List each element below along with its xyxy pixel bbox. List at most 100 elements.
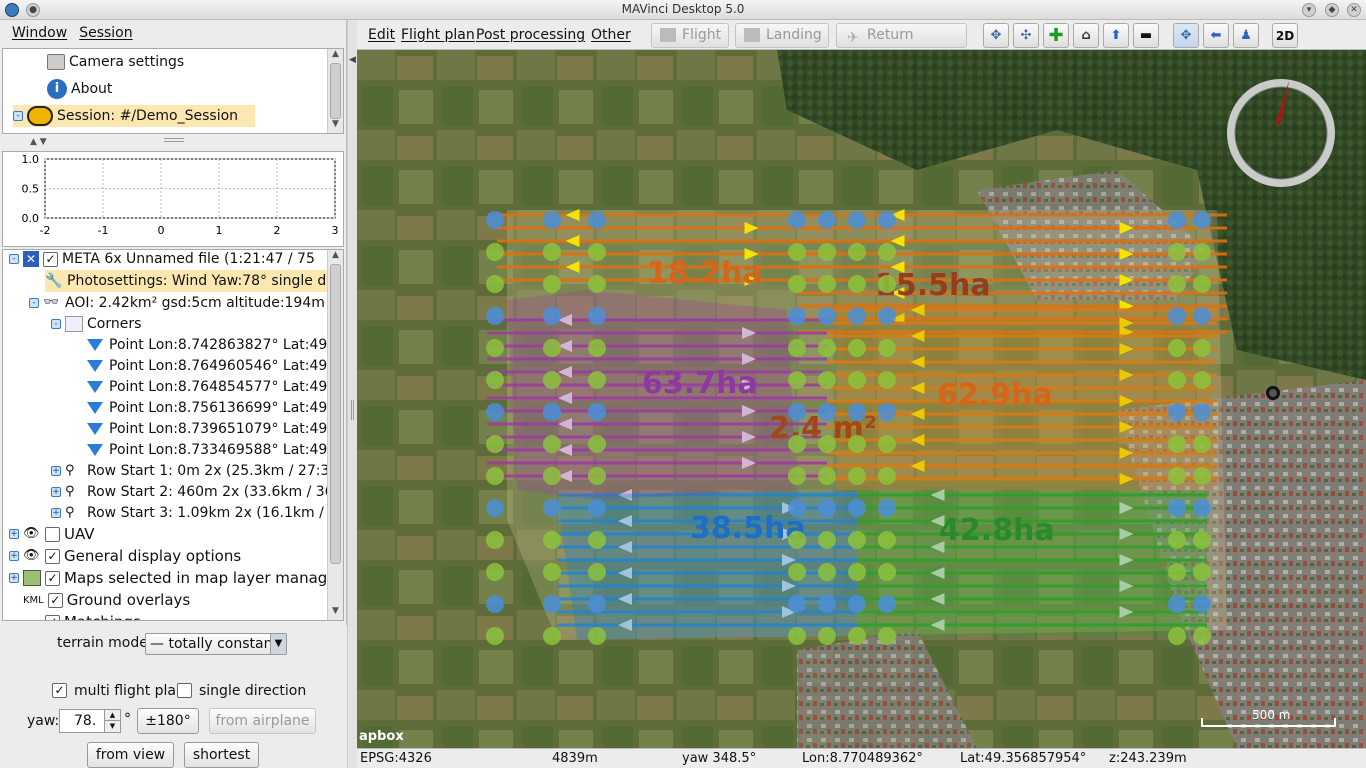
divider-grip[interactable] bbox=[164, 138, 184, 142]
waypoint-marker[interactable] bbox=[848, 435, 866, 453]
waypoint-marker[interactable] bbox=[1193, 467, 1211, 485]
waypoint-marker[interactable] bbox=[788, 211, 806, 229]
tree-item-session[interactable]: - Session: #/Demo_Session bbox=[13, 105, 255, 127]
waypoint-marker[interactable] bbox=[588, 467, 606, 485]
waypoint-marker[interactable] bbox=[848, 499, 866, 517]
waypoint-marker[interactable] bbox=[543, 435, 561, 453]
close-icon[interactable]: ✕ bbox=[1347, 3, 1361, 17]
waypoint-marker[interactable] bbox=[588, 499, 606, 517]
waypoint-marker[interactable] bbox=[588, 435, 606, 453]
expand-icon[interactable]: - bbox=[51, 319, 61, 329]
camera-trigger-icon[interactable]: ▬ bbox=[1133, 23, 1159, 48]
menu-window[interactable]: Window bbox=[12, 25, 67, 46]
waypoint-marker[interactable] bbox=[1168, 435, 1186, 453]
waypoint-marker[interactable] bbox=[486, 403, 504, 421]
collapse-left-icon[interactable]: ◀ bbox=[349, 55, 356, 65]
waypoint-marker[interactable] bbox=[486, 563, 504, 581]
waypoint-marker[interactable] bbox=[848, 595, 866, 613]
waypoint-marker[interactable] bbox=[878, 595, 896, 613]
waypoint-marker[interactable] bbox=[588, 403, 606, 421]
waypoint-marker[interactable] bbox=[486, 499, 504, 517]
plus-180-button[interactable]: ±180° bbox=[137, 708, 199, 734]
waypoint-marker[interactable] bbox=[588, 275, 606, 293]
waypoint-marker[interactable] bbox=[788, 307, 806, 325]
waypoint-marker[interactable] bbox=[878, 435, 896, 453]
waypoint-marker[interactable] bbox=[1168, 499, 1186, 517]
corner-point-item[interactable]: Point Lon:8.764960546° Lat:49.34 bbox=[87, 355, 343, 377]
waypoint-marker[interactable] bbox=[818, 627, 836, 645]
waypoint-marker[interactable] bbox=[1193, 435, 1211, 453]
waypoint-marker[interactable] bbox=[543, 211, 561, 229]
waypoint-marker[interactable] bbox=[543, 243, 561, 261]
waypoint-marker[interactable] bbox=[1168, 243, 1186, 261]
tree-item-about[interactable]: i About bbox=[47, 78, 112, 100]
tree-item-general[interactable]: + 👁 ✓ General display options bbox=[9, 545, 241, 567]
waypoint-marker[interactable] bbox=[848, 467, 866, 485]
waypoint-marker[interactable] bbox=[1168, 531, 1186, 549]
waypoint-marker[interactable] bbox=[1168, 275, 1186, 293]
from-airplane-button[interactable]: from airplane bbox=[209, 708, 316, 734]
waypoint-marker[interactable] bbox=[848, 211, 866, 229]
menu-edit[interactable]: Edit bbox=[368, 27, 395, 43]
waypoint-marker[interactable] bbox=[543, 403, 561, 421]
session-tree[interactable]: Camera settings i About - Session: #/Dem… bbox=[2, 48, 344, 134]
collapse-arrows[interactable]: ▲ ▼ bbox=[30, 137, 47, 147]
chevron-down-icon[interactable]: ▼ bbox=[270, 634, 286, 654]
waypoint-marker[interactable] bbox=[788, 339, 806, 357]
tree-item-uav[interactable]: + 👁 UAV bbox=[9, 523, 95, 545]
corner-point-item[interactable]: Point Lon:8.742863827° Lat:49.34 bbox=[87, 334, 343, 356]
waypoint-marker[interactable] bbox=[1168, 371, 1186, 389]
maps-checkbox[interactable]: ✓ bbox=[45, 570, 60, 586]
splitter[interactable]: ◀ bbox=[347, 20, 357, 768]
tree-item-camera-settings[interactable]: Camera settings bbox=[47, 51, 184, 73]
ground-overlays-checkbox[interactable]: ✓ bbox=[47, 592, 63, 608]
waypoint-marker[interactable] bbox=[788, 275, 806, 293]
minimize-icon[interactable]: ▾ bbox=[1302, 3, 1316, 17]
waypoint-marker[interactable] bbox=[848, 307, 866, 325]
expand-icon[interactable]: - bbox=[13, 111, 23, 121]
waypoint-marker[interactable] bbox=[588, 371, 606, 389]
move-tool-icon[interactable]: ✣ bbox=[1013, 23, 1039, 48]
waypoint-marker[interactable] bbox=[848, 627, 866, 645]
row-start-item[interactable]: + ⚲ Row Start 2: 460m 2x (33.6km / 36:4 bbox=[51, 481, 343, 503]
corner-point-item[interactable]: Point Lon:8.739651079° Lat:49.35 bbox=[87, 418, 343, 440]
tree-item-ground-overlays[interactable]: KML ✓ Ground overlays bbox=[23, 589, 190, 611]
waypoint-marker[interactable] bbox=[1193, 403, 1211, 421]
waypoint-marker[interactable] bbox=[1193, 211, 1211, 229]
landing-button[interactable]: Landing bbox=[735, 23, 829, 48]
waypoint-marker[interactable] bbox=[1193, 499, 1211, 517]
waypoint-marker[interactable] bbox=[486, 467, 504, 485]
waypoint-marker[interactable] bbox=[486, 243, 504, 261]
waypoint-marker[interactable] bbox=[788, 595, 806, 613]
waypoint-marker[interactable] bbox=[818, 435, 836, 453]
waypoint-marker[interactable] bbox=[1193, 531, 1211, 549]
waypoint-marker[interactable] bbox=[543, 371, 561, 389]
waypoint-marker[interactable] bbox=[1193, 275, 1211, 293]
waypoint-marker[interactable] bbox=[588, 563, 606, 581]
waypoint-marker[interactable] bbox=[1168, 595, 1186, 613]
return-home-button[interactable]: ✈ Return Home bbox=[836, 23, 967, 66]
waypoint-marker[interactable] bbox=[543, 339, 561, 357]
waypoint-marker[interactable] bbox=[486, 627, 504, 645]
meta-checkbox[interactable]: ✓ bbox=[43, 251, 58, 267]
waypoint-marker[interactable] bbox=[788, 499, 806, 517]
waypoint-marker[interactable] bbox=[486, 275, 504, 293]
waypoint-marker[interactable] bbox=[788, 243, 806, 261]
waypoint-marker[interactable] bbox=[588, 307, 606, 325]
expand-icon[interactable]: + bbox=[51, 487, 61, 497]
tree-item-corners[interactable]: - Corners bbox=[51, 313, 141, 335]
waypoint-marker[interactable] bbox=[878, 275, 896, 293]
home-icon[interactable]: ⌂ bbox=[1073, 23, 1099, 48]
waypoint-marker[interactable] bbox=[818, 595, 836, 613]
waypoint-marker[interactable] bbox=[1193, 307, 1211, 325]
general-checkbox[interactable]: ✓ bbox=[45, 548, 60, 564]
corner-point-item[interactable]: Point Lon:8.764854577° Lat:49.35 bbox=[87, 376, 343, 398]
menu-other[interactable]: Other bbox=[591, 27, 631, 43]
row-start-item[interactable]: + ⚲ Row Start 3: 1.09km 2x (16.1km / 17 bbox=[51, 502, 343, 524]
pan-tool-icon[interactable]: ✥ bbox=[1173, 23, 1199, 48]
waypoint-marker[interactable] bbox=[788, 467, 806, 485]
waypoint-marker[interactable] bbox=[1168, 403, 1186, 421]
decrement-icon[interactable]: ▼ bbox=[104, 721, 120, 732]
mode-2d-button[interactable]: 2D bbox=[1272, 23, 1298, 48]
waypoint-marker[interactable] bbox=[818, 211, 836, 229]
